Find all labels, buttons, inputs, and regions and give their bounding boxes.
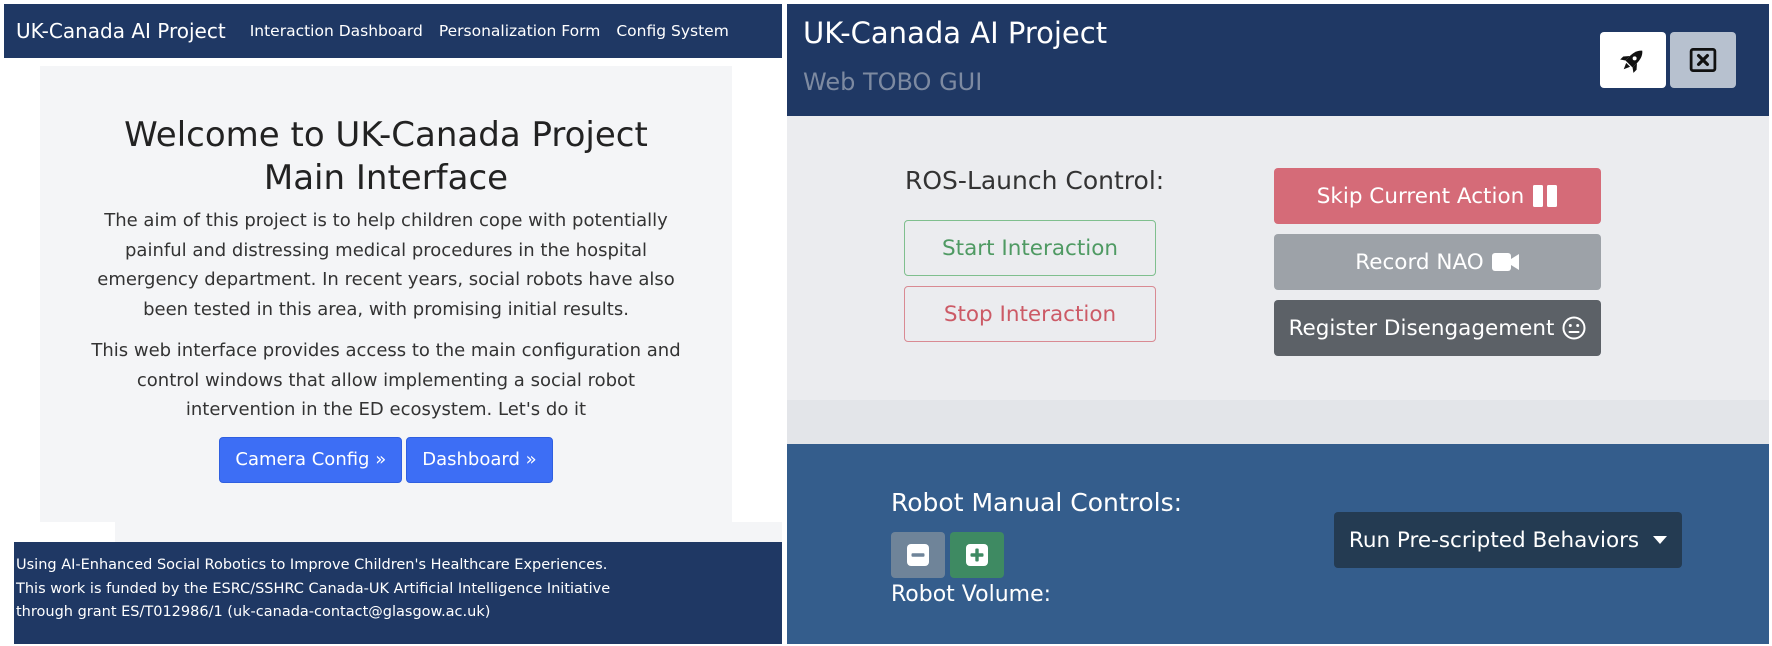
footer-line: This work is funded by the ESRC/SSHRC Ca… (16, 580, 611, 597)
navbar: UK-Canada AI Project Interaction Dashboa… (4, 4, 782, 58)
jumbotron-actions: Camera Config » Dashboard » (40, 436, 732, 483)
ros-launch-label: ROS-Launch Control: (905, 166, 1165, 195)
page-title: Welcome to UK-Canada Project Main Interf… (124, 115, 648, 198)
volume-up-button[interactable] (950, 532, 1004, 578)
app-title: UK-Canada AI Project (803, 16, 1108, 50)
robot-volume-label: Robot Volume: (891, 582, 1052, 607)
web-tobo-gui-page: UK-Canada AI Project Web TOBO GUI ROS-La… (787, 4, 1769, 644)
plus-square-icon (966, 544, 988, 566)
rocket-icon (1620, 50, 1643, 73)
record-nao-button[interactable]: Record NAO (1274, 234, 1601, 290)
record-label: Record NAO (1355, 249, 1484, 275)
app-subtitle: Web TOBO GUI (803, 68, 983, 96)
footer-line: through grant ES/T012986/1 (uk-canada-co… (16, 604, 491, 620)
nav-link-personalization-form[interactable]: Personalization Form (439, 22, 601, 40)
divider-strip-shade (115, 522, 782, 542)
description-paragraph: This web interface provides access to th… (91, 340, 681, 420)
register-disengagement-button[interactable]: Register Disengagement (1274, 300, 1601, 356)
video-camera-icon (1491, 253, 1519, 271)
nav-link-config-system[interactable]: Config System (616, 22, 728, 40)
robot-manual-controls: Robot Manual Controls: Robot Volume: Run… (787, 444, 1769, 644)
pause-icon (1533, 185, 1558, 207)
caret-down-icon (1653, 536, 1668, 544)
stop-interaction-button[interactable]: Stop Interaction (904, 286, 1156, 342)
welcome-jumbotron: Welcome to UK-Canada Project Main Interf… (40, 66, 732, 522)
skip-current-action-button[interactable]: Skip Current Action (1274, 168, 1601, 224)
intro-paragraph: The aim of this project is to help child… (97, 210, 675, 320)
volume-down-button[interactable] (891, 532, 945, 578)
main-interface-page: UK-Canada AI Project Interaction Dashboa… (4, 4, 782, 644)
minus-square-icon (907, 544, 929, 566)
dashboard-button[interactable]: Dashboard » (406, 436, 553, 483)
section-divider-band (787, 400, 1769, 444)
interaction-control-panel: ROS-Launch Control: Start Interaction St… (787, 116, 1769, 404)
camera-config-button[interactable]: Camera Config » (219, 436, 403, 483)
launch-button[interactable] (1600, 32, 1666, 88)
close-button[interactable] (1670, 32, 1736, 88)
prescripted-behaviors-dropdown[interactable]: Run Pre-scripted Behaviors (1334, 512, 1682, 568)
dropdown-label: Run Pre-scripted Behaviors (1348, 527, 1640, 553)
navbar-brand[interactable]: UK-Canada AI Project (16, 19, 226, 43)
footer-line: Using AI-Enhanced Social Robotics to Imp… (16, 557, 608, 573)
start-interaction-button[interactable]: Start Interaction (904, 220, 1156, 276)
neutral-face-icon (1562, 316, 1586, 340)
close-box-icon (1689, 48, 1717, 72)
register-label: Register Disengagement (1288, 315, 1555, 341)
footer: Using AI-Enhanced Social Robotics to Imp… (14, 542, 782, 644)
nav-link-interaction-dashboard[interactable]: Interaction Dashboard (250, 22, 423, 40)
skip-label: Skip Current Action (1316, 183, 1525, 209)
header: UK-Canada AI Project Web TOBO GUI (787, 4, 1769, 116)
manual-controls-label: Robot Manual Controls: (891, 488, 1183, 517)
